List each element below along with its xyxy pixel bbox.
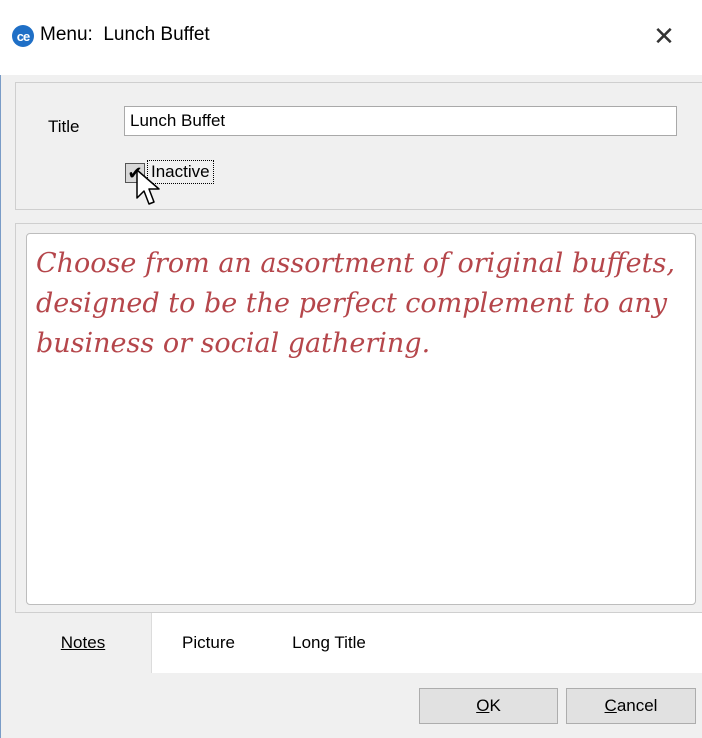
app-logo-icon: ce — [12, 25, 34, 47]
cancel-label-rest: ancel — [616, 696, 658, 715]
close-button[interactable]: ✕ — [640, 16, 688, 56]
ok-mnemonic: O — [476, 696, 490, 715]
cancel-button[interactable]: Cancel — [566, 688, 696, 724]
cancel-mnemonic: C — [604, 696, 617, 715]
mouse-pointer-icon — [136, 169, 160, 205]
tab-strip-background — [394, 613, 702, 673]
dialog-window: ce Menu: Lunch Buffet ✕ Title ✔ Inactive… — [0, 0, 702, 738]
ok-label-rest: K — [489, 696, 501, 715]
title-label: Title — [48, 117, 80, 136]
title-bar: ce Menu: Lunch Buffet ✕ — [0, 0, 702, 75]
tab-notes[interactable]: Notes — [15, 613, 151, 673]
window-border — [0, 75, 1, 738]
header-panel — [15, 82, 702, 210]
tab-picture[interactable]: Picture — [151, 613, 265, 673]
title-input[interactable] — [124, 106, 677, 136]
tab-long-title[interactable]: Long Title — [264, 613, 394, 673]
ok-button[interactable]: OK — [419, 688, 558, 724]
notes-text: Choose from an assortment of original bu… — [36, 248, 675, 359]
window-title: Menu: Lunch Buffet — [40, 24, 210, 45]
